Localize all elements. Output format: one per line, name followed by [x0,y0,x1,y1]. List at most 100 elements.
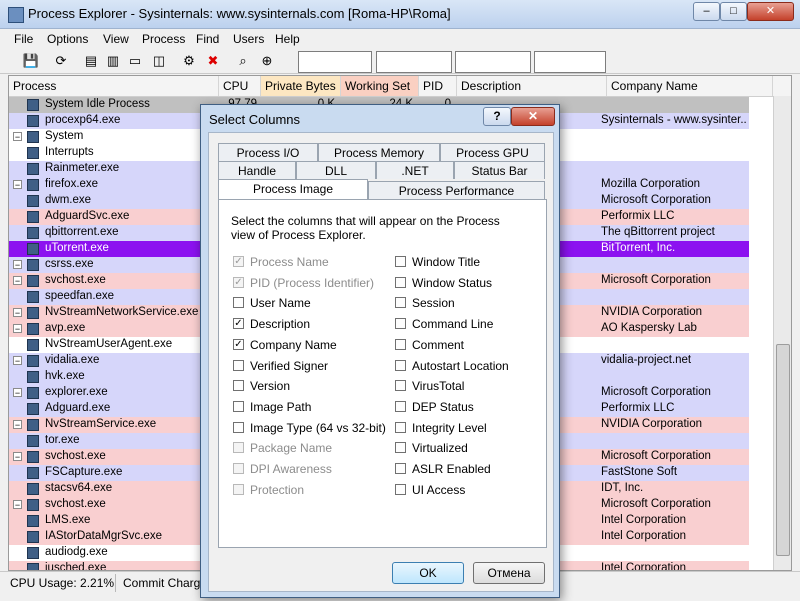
checkbox-icon[interactable] [233,400,244,412]
scrollbar-thumb[interactable] [776,344,790,556]
menu-bar: File Options View Process Find Users Hel… [0,29,800,49]
tab-process-performance[interactable]: Process Performance [368,181,545,199]
checkbox-icon[interactable] [233,297,244,309]
qbittorrent-icon [27,227,39,239]
tree-toggle-icon[interactable]: − [13,180,22,190]
checkbox-icon[interactable] [395,256,406,267]
tree-toggle-icon[interactable]: − [13,324,22,334]
checkbox-icon[interactable] [395,380,406,392]
help-button[interactable]: ? [483,107,511,126]
checkbox-icon[interactable] [395,400,406,412]
checkbox-icon[interactable] [395,338,406,350]
company-value: Sysinternals - www.sysinter... [601,114,747,126]
column-working-set[interactable]: Working Set [341,76,419,96]
checkbox-icon[interactable] [233,380,244,392]
maximize-button[interactable]: □ [720,2,747,21]
app-icon [27,259,39,271]
menu-view[interactable]: View [103,32,129,46]
option-label: Company Name [250,337,337,352]
app-icon [27,99,39,111]
option-label: Window Status [412,275,493,290]
column-pid[interactable]: PID [419,76,457,96]
io-graph[interactable] [455,51,531,73]
tree-toggle-icon[interactable]: − [13,388,22,398]
cancel-button[interactable]: Отмена [473,562,545,584]
checkbox-icon[interactable] [233,359,244,371]
menu-file[interactable]: File [14,32,33,46]
tree-toggle-icon[interactable]: − [13,276,22,286]
tree-toggle-icon[interactable]: − [13,452,22,462]
properties-icon[interactable]: ▥ [104,52,122,70]
tab-process-image[interactable]: Process Image [218,179,368,199]
checkbox-icon[interactable] [395,276,406,288]
tree-toggle-icon[interactable]: − [13,308,22,318]
menu-users[interactable]: Users [233,32,264,46]
company-value: vidalia-project.net [601,354,692,366]
cpu-graph[interactable] [298,51,372,73]
app-icon [27,131,39,143]
refresh-icon[interactable]: ⟳ [52,52,70,70]
tab-handle[interactable]: Handle [218,161,296,179]
checkbox-icon[interactable] [395,421,406,433]
find-icon[interactable]: ⌕ [234,52,252,70]
process-name: audiodg.exe [45,546,108,558]
window-title: Process Explorer - Sysinternals: www.sys… [28,6,451,21]
option-label: Autostart Location [412,358,509,373]
options-icon[interactable]: ⚙ [180,52,198,70]
menu-options[interactable]: Options [47,32,88,46]
save-icon[interactable]: 💾 [22,52,40,70]
minimize-button[interactable]: – [693,2,720,21]
ok-button[interactable]: OK [392,562,464,584]
option-label: User Name [250,296,311,311]
checkbox-icon[interactable] [395,297,406,309]
tab-net[interactable]: .NET [376,161,454,179]
kill-process-icon[interactable]: ✖ [204,52,222,70]
system-info-icon[interactable]: ▤ [82,52,100,70]
dialog-close-button[interactable]: ✕ [511,107,555,126]
tree-toggle-icon[interactable]: − [13,356,22,366]
tab-process-gpu[interactable]: Process GPU [440,143,545,161]
company-value: FastStone Soft [601,466,678,478]
instructions-text: Select the columns that will appear on t… [231,214,500,242]
option-label: VirusTotal [412,379,465,394]
checkbox-icon[interactable]: ✓ [233,318,244,330]
close-button[interactable]: ✕ [747,2,794,21]
memory-graph[interactable] [376,51,452,73]
checkbox-icon[interactable] [395,359,406,371]
checkbox-icon[interactable] [233,421,244,433]
gpu-graph[interactable] [534,51,606,73]
handles-icon[interactable]: ◫ [150,52,168,70]
target-icon[interactable]: ⊕ [258,52,276,70]
dialog-title: Select Columns [209,112,301,127]
music-icon [27,483,39,495]
tab-process-io[interactable]: Process I/O [218,143,318,161]
process-name: csrss.exe [45,258,94,270]
column-process[interactable]: Process [9,76,219,96]
tree-toggle-icon[interactable]: − [13,132,22,142]
menu-help[interactable]: Help [275,32,300,46]
company-value: Microsoft Corporation [601,450,711,462]
menu-find[interactable]: Find [196,32,219,46]
checkbox-icon[interactable] [395,483,406,495]
app-icon [27,531,39,543]
tab-dll[interactable]: DLL [296,161,376,179]
column-company-name[interactable]: Company Name [607,76,773,96]
menu-process[interactable]: Process [142,32,185,46]
app-icon [27,419,39,431]
column-cpu[interactable]: CPU [219,76,261,96]
checkbox-icon[interactable] [395,442,406,454]
lower-pane-icon[interactable]: ▭ [126,52,144,70]
tree-toggle-icon[interactable]: − [13,420,22,430]
checkbox-icon[interactable]: ✓ [233,338,244,350]
column-description[interactable]: Description [457,76,607,96]
process-name: vidalia.exe [45,354,100,366]
tab-process-memory[interactable]: Process Memory [318,143,440,161]
tree-toggle-icon[interactable]: − [13,500,22,510]
tab-status-bar[interactable]: Status Bar [454,161,545,179]
column-private-bytes[interactable]: Private Bytes [261,76,341,96]
checkbox-icon[interactable] [395,463,406,474]
status-separator [115,574,116,592]
vertical-scrollbar[interactable] [773,96,791,570]
tree-toggle-icon[interactable]: − [13,260,22,270]
checkbox-icon[interactable] [395,318,406,330]
